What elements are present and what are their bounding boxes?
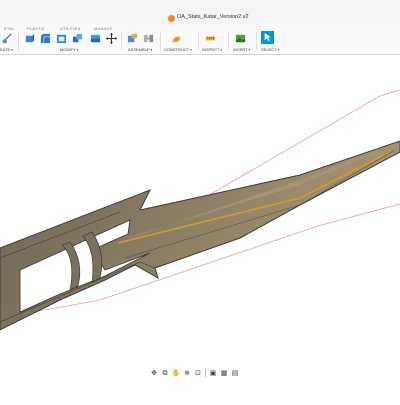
divider [18,32,19,50]
move-icon[interactable] [106,33,117,44]
model-canvas[interactable] [0,55,400,400]
joint-icon[interactable] [143,33,154,44]
fillet-icon[interactable] [40,33,51,44]
measure-icon[interactable] [205,33,216,44]
grid-icon[interactable]: ▦ [220,369,228,377]
look-at-icon[interactable]: ⧉ [161,369,169,377]
inspect-menu[interactable]: INSPECT [202,47,222,52]
combine-icon[interactable] [72,33,83,44]
fit-icon[interactable]: ⊡ [194,369,202,377]
insert-menu[interactable]: INSERT [233,47,250,52]
select-icon [264,32,271,42]
insert-image-icon[interactable] [235,33,246,44]
tab-sheet-metal[interactable]: ETAL [4,26,15,31]
tab-manage[interactable]: MANAGE [94,26,113,31]
create-menu[interactable]: EATE [0,47,13,52]
sketch-icon[interactable] [2,33,13,44]
tab-utilities[interactable]: UTILITIES [60,26,80,31]
divider [228,32,229,50]
divider [256,32,257,50]
model-viewport[interactable] [0,55,400,400]
orbit-icon[interactable]: ✥ [150,369,158,377]
modify-menu[interactable]: MODIFY [60,47,78,52]
tab-plastic[interactable]: PLASTIC [27,26,45,31]
display-settings-icon[interactable]: ▣ [209,369,217,377]
ribbon-toolbar: ETAL PLASTIC UTILITIES MANAGE EATE MODIF… [0,24,400,55]
shell-solid-icon[interactable] [90,33,101,44]
shell-icon[interactable] [56,33,67,44]
pan-icon[interactable]: ✋ [172,369,181,377]
construct-menu[interactable]: CONSTRUCT [164,47,192,52]
new-component-icon[interactable] [127,33,138,44]
document-icon [168,15,175,22]
select-menu[interactable]: SELECT [261,47,279,52]
offset-plane-icon[interactable] [171,33,182,44]
divider [198,32,199,50]
divider [205,369,206,377]
title-bar: OA_Stats_Katar_Version2 v2 [0,0,400,25]
zoom-icon[interactable]: ⊕ [183,369,191,377]
press-pull-icon[interactable] [24,33,35,44]
document-title: OA_Stats_Katar_Version2 v2 [177,14,249,20]
assemble-menu[interactable]: ASSEMBLE [128,47,152,52]
viewports-icon[interactable]: ▤ [231,369,239,377]
select-tool-highlight[interactable] [261,31,274,44]
divider [160,32,161,50]
divider [121,32,122,50]
navigation-bar: ✥ ⧉ ✋ ⊕ ⊡ ▣ ▦ ▤ [150,367,250,379]
